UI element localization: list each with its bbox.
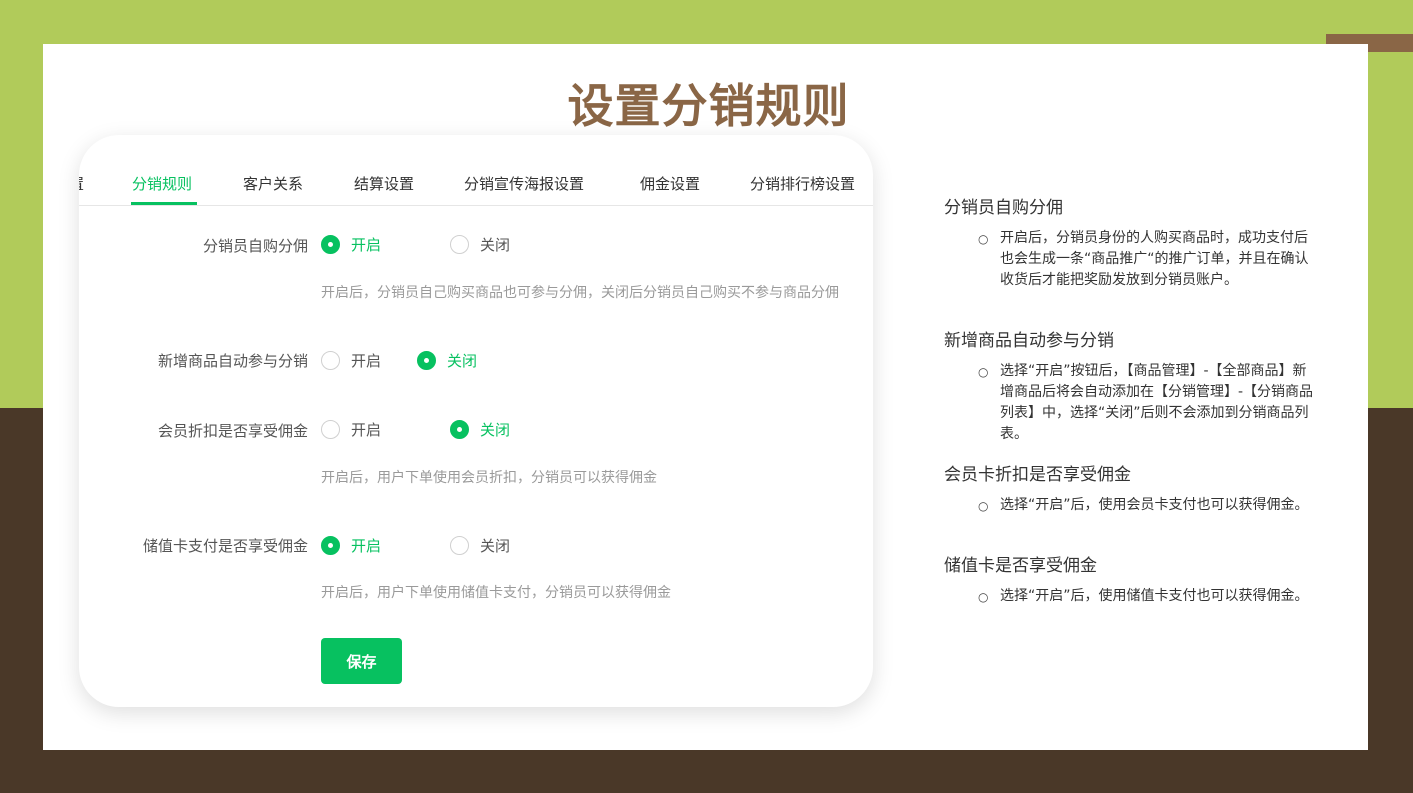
radio-circle — [321, 420, 340, 439]
radio-label: 开启 — [351, 537, 382, 555]
hint-stored-card: 开启后，用户下单使用储值卡支付，分销员可以获得佣金 — [321, 585, 671, 601]
radio-label: 开启 — [351, 236, 382, 254]
hollow-bullet-icon: ○ — [978, 499, 989, 513]
radio-stored-card-off[interactable]: 关闭 — [450, 535, 510, 556]
hollow-bullet-icon: ○ — [978, 232, 989, 246]
note-text-self-purchase: 开启后，分销员身份的人购买商品时，成功支付后也会生成一条“商品推广“的推广订单，… — [1000, 230, 1309, 288]
radio-auto-join-on[interactable]: 开启 — [321, 350, 381, 371]
setting-label-stored-card: 储值卡支付是否享受佣金 — [142, 537, 308, 555]
radio-label: 开启 — [351, 421, 382, 439]
tab-leaderboard-settings[interactable]: 分销排行榜设置 — [750, 173, 855, 194]
tab-distribution-rules[interactable]: 分销规则 — [132, 173, 192, 194]
slide-panel: 设置分销规则 置 分销规则 客户关系 结算设置 分销宣传海报设置 佣金设置 分销… — [43, 44, 1368, 750]
radio-circle — [417, 351, 436, 370]
radio-label: 开启 — [351, 352, 382, 370]
radio-circle — [321, 351, 340, 370]
setting-label-self-purchase: 分销员自购分佣 — [202, 237, 308, 255]
radio-circle — [321, 536, 340, 555]
note-text-stored-card: 选择“开启”后，使用储值卡支付也可以获得佣金。 — [1000, 588, 1309, 604]
tab-commission-settings[interactable]: 佣金设置 — [640, 173, 700, 194]
note-heading-self-purchase: 分销员自购分佣 — [944, 198, 1063, 218]
radio-circle — [450, 235, 469, 254]
radio-label: 关闭 — [447, 352, 478, 370]
tab-settlement-settings[interactable]: 结算设置 — [354, 173, 414, 194]
hollow-bullet-icon: ○ — [978, 590, 989, 604]
note-heading-auto-join: 新增商品自动参与分销 — [944, 331, 1114, 351]
radio-stored-card-on[interactable]: 开启 — [321, 535, 381, 556]
setting-label-member-discount: 会员折扣是否享受佣金 — [157, 422, 308, 440]
radio-label: 关闭 — [480, 421, 511, 439]
note-heading-member-card: 会员卡折扣是否享受佣金 — [944, 465, 1131, 485]
tab-poster-settings[interactable]: 分销宣传海报设置 — [464, 173, 584, 194]
radio-circle — [450, 536, 469, 555]
radio-circle — [450, 420, 469, 439]
active-tab-indicator — [131, 202, 197, 205]
radio-self-purchase-off[interactable]: 关闭 — [450, 234, 510, 255]
tab-customer-relations[interactable]: 客户关系 — [243, 173, 303, 194]
tab-bar: 置 分销规则 客户关系 结算设置 分销宣传海报设置 佣金设置 分销排行榜设置 — [79, 135, 873, 206]
setting-label-auto-join: 新增商品自动参与分销 — [157, 352, 308, 370]
slide-title: 设置分销规则 — [567, 79, 850, 133]
radio-member-discount-on[interactable]: 开启 — [321, 419, 381, 440]
radio-auto-join-off[interactable]: 关闭 — [417, 350, 477, 371]
radio-label: 关闭 — [480, 537, 511, 555]
tab-truncated[interactable]: 置 — [79, 173, 84, 194]
hollow-bullet-icon: ○ — [978, 365, 989, 379]
note-text-member-card: 选择“开启”后，使用会员卡支付也可以获得佣金。 — [1000, 497, 1309, 513]
settings-card: 置 分销规则 客户关系 结算设置 分销宣传海报设置 佣金设置 分销排行榜设置 分… — [79, 135, 873, 707]
note-text-auto-join: 选择“开启”按钮后，【商品管理】-【全部商品】新增商品后将会自动添加在【分销管理… — [1000, 363, 1314, 442]
note-heading-stored-card: 储值卡是否享受佣金 — [944, 556, 1097, 576]
hint-member-discount: 开启后，用户下单使用会员折扣，分销员可以获得佣金 — [321, 470, 657, 486]
radio-label: 关闭 — [480, 236, 511, 254]
radio-member-discount-off[interactable]: 关闭 — [450, 419, 510, 440]
save-button[interactable]: 保存 — [321, 638, 402, 684]
radio-circle — [321, 235, 340, 254]
hint-self-purchase: 开启后，分销员自己购买商品也可参与分佣，关闭后分销员自己购买不参与商品分佣 — [321, 285, 839, 301]
radio-self-purchase-on[interactable]: 开启 — [321, 234, 381, 255]
